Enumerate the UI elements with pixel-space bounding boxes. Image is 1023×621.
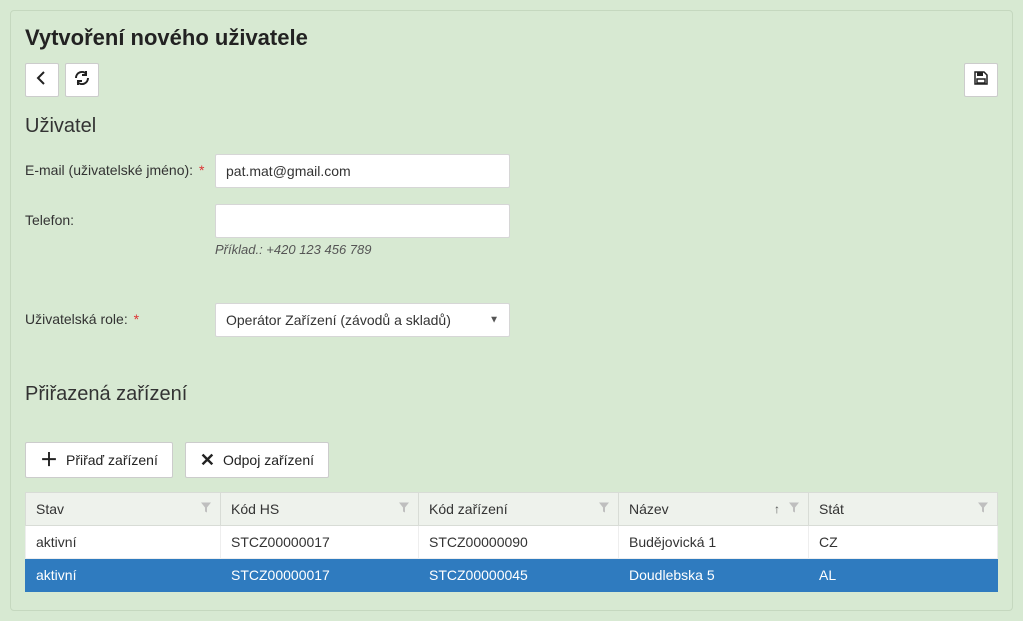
phone-label: Telefon: <box>25 204 215 228</box>
form-card: Vytvoření nového uživatele Uživatel E-ma… <box>10 10 1013 611</box>
unassign-device-button[interactable]: ✕ Odpoj zařízení <box>185 442 329 478</box>
close-icon: ✕ <box>200 451 215 469</box>
save-button[interactable] <box>964 63 998 97</box>
table-body: aktivní STCZ00000017 STCZ00000090 Budějo… <box>26 526 998 592</box>
cell-nazev: Budějovická 1 <box>619 526 809 559</box>
assign-device-button[interactable]: ＋ Přiřaď zařízení <box>25 442 173 478</box>
col-header-stav[interactable]: Stav <box>26 493 221 526</box>
refresh-button[interactable] <box>65 63 99 97</box>
email-field[interactable] <box>215 154 510 188</box>
filter-icon[interactable] <box>977 502 989 517</box>
phone-hint: Příklad.: +420 123 456 789 <box>215 242 510 257</box>
email-label: E-mail (uživatelské jméno): * <box>25 154 215 178</box>
required-mark: * <box>130 311 139 327</box>
cell-stav: aktivní <box>26 526 221 559</box>
page-title: Vytvoření nového uživatele <box>25 25 998 51</box>
filter-icon[interactable] <box>398 502 410 517</box>
filter-icon[interactable] <box>200 502 212 517</box>
cell-kodhs: STCZ00000017 <box>221 559 419 592</box>
cell-kodhs: STCZ00000017 <box>221 526 419 559</box>
cell-stav: aktivní <box>26 559 221 592</box>
col-header-kodzarizeni[interactable]: Kód zařízení <box>419 493 619 526</box>
back-button[interactable] <box>25 63 59 97</box>
phone-field[interactable] <box>215 204 510 238</box>
col-header-kodhs[interactable]: Kód HS <box>221 493 419 526</box>
save-icon <box>973 70 989 91</box>
unassign-device-label: Odpoj zařízení <box>223 452 314 468</box>
cell-kodzarizeni: STCZ00000090 <box>419 526 619 559</box>
devices-table: Stav Kód HS Kód zařízení <box>25 492 998 592</box>
refresh-icon <box>74 70 90 91</box>
filter-icon[interactable] <box>788 502 800 517</box>
role-select[interactable]: Operátor Zařízení (závodů a skladů) ▼ <box>215 303 510 337</box>
assign-device-label: Přiřaď zařízení <box>66 452 158 468</box>
plus-icon: ＋ <box>40 451 58 469</box>
required-mark: * <box>195 162 204 178</box>
col-header-stat[interactable]: Stát <box>809 493 998 526</box>
section-title-devices: Přiřazená zařízení <box>25 383 998 406</box>
table-row[interactable]: aktivní STCZ00000017 STCZ00000090 Budějo… <box>26 526 998 559</box>
cell-kodzarizeni: STCZ00000045 <box>419 559 619 592</box>
toolbar <box>25 63 998 97</box>
caret-down-icon: ▼ <box>489 315 499 326</box>
cell-stat: CZ <box>809 526 998 559</box>
filter-icon[interactable] <box>598 502 610 517</box>
col-header-nazev[interactable]: Název ↑ <box>619 493 809 526</box>
section-title-user: Uživatel <box>25 115 998 138</box>
role-label: Uživatelská role: * <box>25 303 215 327</box>
cell-stat: AL <box>809 559 998 592</box>
role-select-value: Operátor Zařízení (závodů a skladů) <box>226 312 451 328</box>
table-row[interactable]: aktivní STCZ00000017 STCZ00000045 Doudle… <box>26 559 998 592</box>
chevron-left-icon <box>34 70 50 91</box>
cell-nazev: Doudlebska 5 <box>619 559 809 592</box>
sort-asc-icon: ↑ <box>774 502 780 516</box>
